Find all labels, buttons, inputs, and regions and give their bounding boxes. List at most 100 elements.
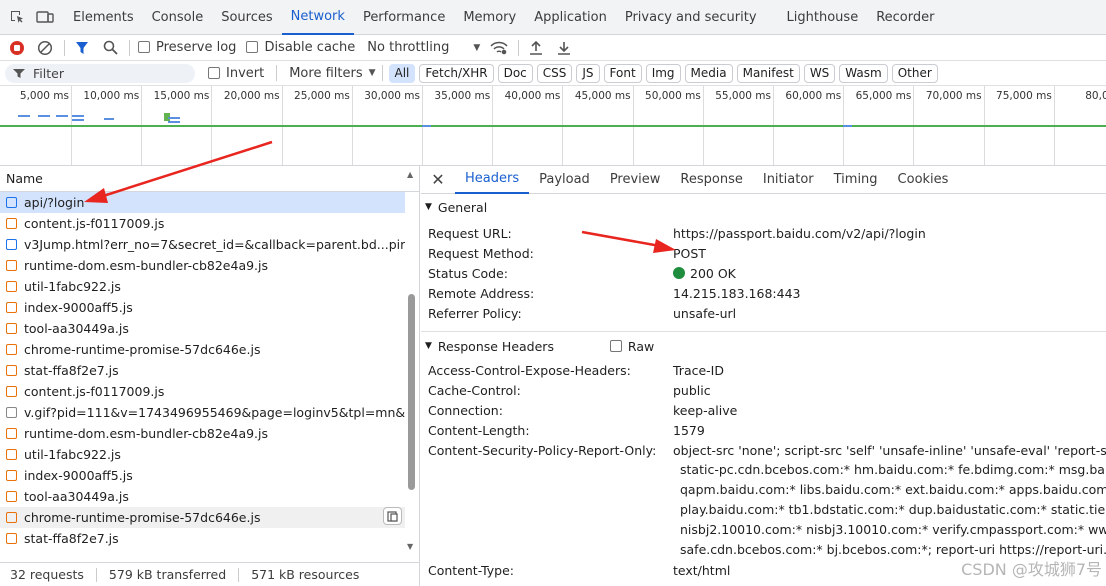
copy-icon[interactable] xyxy=(383,507,402,525)
tab-cookies[interactable]: Cookies xyxy=(888,166,959,194)
tab-lighthouse[interactable]: Lighthouse xyxy=(778,0,868,35)
tab-preview[interactable]: Preview xyxy=(600,166,671,194)
scrollbar[interactable]: ▲ ▼ xyxy=(406,170,416,554)
request-row[interactable]: v.gif?pid=111&v=1743496955469&page=login… xyxy=(0,402,405,423)
throttling-value: No throttling xyxy=(367,40,450,55)
type-filter-doc[interactable]: Doc xyxy=(497,63,533,83)
status-ok-dot-icon xyxy=(673,267,685,279)
type-filter-fetch-xhr[interactable]: Fetch/XHR xyxy=(419,63,494,83)
timeline-bar xyxy=(422,125,431,127)
device-toolbar-icon[interactable] xyxy=(34,6,56,28)
request-row[interactable]: chrome-runtime-promise-57dc646e.js xyxy=(0,339,405,360)
header-value: unsafe-url xyxy=(673,305,737,321)
request-row[interactable]: runtime-dom.esm-bundler-cb82e4a9.js xyxy=(0,423,405,444)
close-icon[interactable]: ✕ xyxy=(421,170,455,189)
request-row[interactable]: stat-ffa8f2e7.js xyxy=(0,360,405,381)
divider xyxy=(95,567,97,582)
header-key: Remote Address: xyxy=(428,285,535,301)
type-filter-other[interactable]: Other xyxy=(891,63,938,83)
checkbox-box[interactable] xyxy=(208,66,220,79)
filter-icon xyxy=(13,69,25,78)
timeline-green-line xyxy=(0,125,1106,127)
request-row[interactable]: tool-aa30449a.js xyxy=(0,318,405,339)
filter-funnel-icon[interactable] xyxy=(71,37,93,59)
request-row[interactable]: stat-ffa8f2e7.js xyxy=(0,528,405,549)
tab-network[interactable]: Network xyxy=(281,0,354,35)
tab-performance[interactable]: Performance xyxy=(354,0,454,35)
request-name: runtime-dom.esm-bundler-cb82e4a9.js xyxy=(24,426,269,441)
general-row: Referrer Policy: unsafe-url xyxy=(421,303,1106,323)
general-row: Request URL: https://passport.baidu.com/v… xyxy=(421,223,1106,243)
response-headers-title: Response Headers xyxy=(437,338,554,354)
checkbox-box[interactable] xyxy=(246,41,259,53)
tab-application[interactable]: Application xyxy=(525,0,616,35)
script-icon xyxy=(6,386,17,397)
script-icon xyxy=(6,260,17,271)
type-filter-manifest[interactable]: Manifest xyxy=(736,63,800,83)
divider xyxy=(276,65,278,81)
filter-input[interactable]: Filter xyxy=(5,63,195,83)
request-row[interactable]: index-9000aff5.js xyxy=(0,297,405,318)
preserve-log-checkbox[interactable]: Preserve log xyxy=(138,40,236,55)
type-filter-font[interactable]: Font xyxy=(603,63,642,83)
request-name: util-1fabc922.js xyxy=(24,447,121,462)
import-har-icon[interactable] xyxy=(525,37,547,59)
tab-elements[interactable]: Elements xyxy=(64,0,143,35)
checkbox-box[interactable] xyxy=(138,41,150,53)
scroll-down-icon[interactable]: ▼ xyxy=(407,542,413,551)
disable-cache-checkbox[interactable]: Disable cache xyxy=(246,40,355,55)
type-filter-css[interactable]: CSS xyxy=(536,63,573,83)
request-details-panel: ✕ Headers Payload Preview Response Initi… xyxy=(421,166,1106,586)
scrollbar-thumb[interactable] xyxy=(408,294,415,490)
network-toolbar: Preserve log Disable cache No throttling… xyxy=(0,35,1106,61)
request-row[interactable]: util-1fabc922.js xyxy=(0,444,405,465)
clear-icon[interactable] xyxy=(34,37,56,59)
tab-memory[interactable]: Memory xyxy=(454,0,525,35)
type-filter-ws[interactable]: WS xyxy=(803,63,836,83)
inspect-element-icon[interactable] xyxy=(6,6,28,28)
request-row[interactable]: v3Jump.html?err_no=7&secret_id=&callback… xyxy=(0,234,405,255)
tab-initiator[interactable]: Initiator xyxy=(753,166,824,194)
raw-checkbox[interactable] xyxy=(609,340,622,352)
column-header-name[interactable]: Name xyxy=(0,166,419,192)
request-list: api/?login content.js-f0117009.js v3Jump.h… xyxy=(0,192,419,549)
timeline-overview[interactable]: 5,000 ms 10,000 ms 15,000 ms 20,000 ms 25,00… xyxy=(0,86,1106,166)
image-icon xyxy=(6,407,17,418)
tab-privacy-security[interactable]: Privacy and security xyxy=(616,0,766,35)
request-row[interactable]: api/?login xyxy=(0,192,405,213)
request-row[interactable]: runtime-dom.esm-bundler-cb82e4a9.js xyxy=(0,255,405,276)
request-row[interactable]: tool-aa30449a.js xyxy=(0,486,405,507)
export-har-icon[interactable] xyxy=(553,37,575,59)
request-name: runtime-dom.esm-bundler-cb82e4a9.js xyxy=(24,258,269,273)
record-stop-icon[interactable] xyxy=(6,37,28,59)
header-key: Request Method: xyxy=(428,245,534,261)
throttling-select[interactable]: No throttling ▼ xyxy=(367,40,480,55)
request-row[interactable]: index-9000aff5.js xyxy=(0,465,405,486)
request-row[interactable]: content.js-f0117009.js xyxy=(0,213,405,234)
more-filters-dropdown[interactable]: More filters ▼ xyxy=(289,66,375,81)
type-filter-js[interactable]: JS xyxy=(576,63,600,83)
timeline-tick-label: 55,000 ms xyxy=(715,90,771,102)
request-row[interactable]: chrome-runtime-promise-57dc646e.js xyxy=(0,507,405,528)
tab-recorder[interactable]: Recorder xyxy=(867,0,943,35)
tab-timing[interactable]: Timing xyxy=(824,166,888,194)
type-filter-img[interactable]: Img xyxy=(645,63,681,83)
invert-checkbox[interactable]: Invert xyxy=(208,66,264,81)
general-section-header[interactable]: ▼ General xyxy=(421,194,1106,220)
search-icon[interactable] xyxy=(99,37,121,59)
tab-headers[interactable]: Headers xyxy=(455,166,530,194)
tab-sources[interactable]: Sources xyxy=(212,0,281,35)
type-filter-wasm[interactable]: Wasm xyxy=(839,63,888,83)
disable-cache-label: Disable cache xyxy=(264,40,356,55)
request-row[interactable]: util-1fabc922.js xyxy=(0,276,405,297)
request-row[interactable]: content.js-f0117009.js xyxy=(0,381,405,402)
scroll-up-icon[interactable]: ▲ xyxy=(407,170,413,179)
response-headers-section-header[interactable]: ▼ Response Headers Raw xyxy=(421,332,1106,360)
type-filter-all[interactable]: All xyxy=(388,63,416,83)
type-filter-media[interactable]: Media xyxy=(684,63,733,83)
tab-payload[interactable]: Payload xyxy=(529,166,600,194)
tab-console[interactable]: Console xyxy=(143,0,213,35)
tab-response[interactable]: Response xyxy=(670,166,752,194)
timeline-tick-label: 25,000 ms xyxy=(294,90,350,102)
network-conditions-icon[interactable] xyxy=(488,37,510,59)
